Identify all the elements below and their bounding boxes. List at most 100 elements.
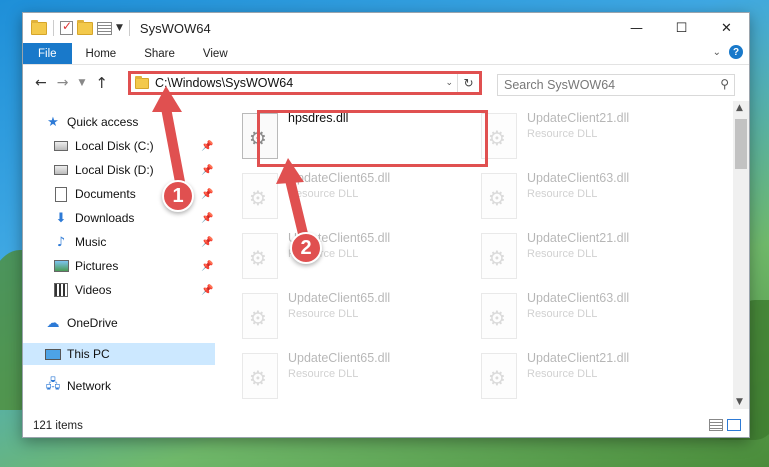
ribbon-right: ⌄ ?: [713, 45, 743, 59]
back-arrow-icon[interactable]: ←: [35, 75, 47, 91]
content-area: ★ Quick access Local Disk (C:) 📌 Local D…: [23, 101, 749, 409]
pin-icon[interactable]: 📌: [201, 213, 213, 224]
title-bar: ▼ SysWOW64 — ☐ ✕: [23, 13, 749, 43]
file-item[interactable]: UpdateClient65.dll Resource DLL: [242, 289, 472, 345]
forward-arrow-icon[interactable]: →: [57, 75, 69, 91]
downloads-icon: ⬇: [55, 210, 67, 226]
step-2-badge: 2: [290, 232, 322, 264]
view-toggle: [709, 419, 741, 431]
rename-icon[interactable]: [97, 21, 112, 35]
network-icon: 🖧: [45, 377, 61, 392]
videos-icon: [53, 282, 69, 298]
documents-icon: [53, 186, 69, 202]
sidebar-item-quick-access[interactable]: ★ Quick access: [45, 111, 138, 133]
scroll-down-icon[interactable]: ▼: [736, 397, 743, 407]
file-item[interactable]: UpdateClient65.dll Resource DLL: [242, 169, 472, 225]
explorer-window: ▼ SysWOW64 — ☐ ✕ File Home Share View ⌄ …: [22, 12, 750, 438]
new-folder-icon[interactable]: [77, 19, 93, 35]
pin-icon[interactable]: 📌: [201, 141, 213, 152]
sidebar-item-label: Quick access: [67, 115, 139, 129]
file-name: UpdateClient65.dll: [288, 171, 391, 185]
music-icon: ♪: [56, 234, 66, 250]
sidebar-item-local-disk-c[interactable]: Local Disk (C:) 📌: [53, 135, 215, 157]
computer-icon: [45, 346, 61, 362]
file-item[interactable]: UpdateClient63.dll Resource DLL: [481, 289, 711, 345]
dll-file-icon: [481, 293, 517, 339]
maximize-button[interactable]: ☐: [659, 13, 704, 43]
tab-file[interactable]: File: [23, 43, 72, 64]
tab-share[interactable]: Share: [130, 43, 189, 64]
dll-file-icon: [481, 173, 517, 219]
close-button[interactable]: ✕: [704, 13, 749, 43]
scroll-up-icon[interactable]: ▲: [736, 103, 743, 113]
pictures-icon: [53, 258, 69, 274]
dll-file-icon: [242, 233, 278, 279]
file-item[interactable]: UpdateClient21.dll Resource DLL: [481, 349, 711, 405]
help-icon[interactable]: ?: [729, 45, 743, 59]
sidebar-item-this-pc[interactable]: This PC: [23, 343, 215, 365]
pin-icon[interactable]: 📌: [201, 237, 213, 248]
window-title: SysWOW64: [139, 20, 211, 36]
search-icon[interactable]: ⚲: [720, 77, 729, 91]
drive-icon: [53, 162, 69, 178]
folder-icon: [31, 19, 47, 35]
minimize-button[interactable]: —: [614, 13, 659, 43]
large-icons-view-icon[interactable]: [727, 419, 741, 431]
sidebar-item-downloads[interactable]: ⬇ Downloads 📌: [53, 207, 215, 229]
sidebar-item-network[interactable]: 🖧 Network: [45, 375, 111, 397]
address-dropdown-icon[interactable]: ⌄: [445, 78, 453, 88]
sidebar-item-label: Downloads: [75, 211, 135, 225]
up-arrow-icon[interactable]: ↑: [95, 74, 108, 92]
address-path[interactable]: C:\Windows\SysWOW64: [155, 76, 293, 90]
sidebar-item-local-disk-d[interactable]: Local Disk (D:) 📌: [53, 159, 215, 181]
file-item[interactable]: UpdateClient21.dll Resource DLL: [481, 109, 711, 165]
file-highlight-box: [257, 110, 488, 167]
file-name: UpdateClient21.dll: [527, 231, 630, 245]
properties-check-icon[interactable]: [60, 19, 73, 35]
sidebar-item-label: Local Disk (D:): [75, 163, 154, 177]
sidebar-item-videos[interactable]: Videos 📌: [53, 279, 215, 301]
pin-icon[interactable]: 📌: [201, 189, 213, 200]
tab-view[interactable]: View: [189, 43, 242, 64]
tab-home[interactable]: Home: [72, 43, 131, 64]
search-input[interactable]: Search SysWOW64 ⚲: [497, 74, 735, 96]
sidebar-item-music[interactable]: ♪ Music 📌: [53, 231, 215, 253]
recent-locations-chevron-icon[interactable]: ▼: [78, 78, 85, 88]
sidebar-item-label: This PC: [67, 347, 110, 361]
file-type: Resource DLL: [527, 188, 598, 200]
item-count: 121 items: [33, 420, 83, 432]
sidebar-item-label: Network: [67, 379, 112, 393]
file-item[interactable]: UpdateClient21.dll Resource DLL: [481, 229, 711, 285]
file-type: Resource DLL: [288, 308, 359, 320]
pin-icon[interactable]: 📌: [201, 165, 213, 176]
vertical-scrollbar[interactable]: ▲ ▼: [733, 101, 749, 409]
details-view-icon[interactable]: [709, 419, 723, 431]
pin-icon[interactable]: 📌: [201, 285, 213, 296]
sidebar-item-onedrive[interactable]: ☁ OneDrive: [45, 312, 118, 334]
file-name: UpdateClient65.dll: [288, 291, 391, 305]
file-item[interactable]: UpdateClient63.dll Resource DLL: [481, 169, 711, 225]
dll-file-icon: [242, 293, 278, 339]
star-icon: ★: [47, 114, 59, 130]
dll-file-icon: [242, 353, 278, 399]
file-item[interactable]: UpdateClient65.dll Resource DLL: [242, 349, 472, 405]
file-name: UpdateClient63.dll: [527, 171, 630, 185]
folder-icon: [135, 75, 149, 89]
pin-icon[interactable]: 📌: [201, 261, 213, 272]
file-item[interactable]: UpdateClient65.dll Resource DLL: [242, 229, 472, 285]
scroll-thumb[interactable]: [735, 119, 747, 169]
file-name: UpdateClient21.dll: [527, 351, 630, 365]
customize-toolbar-dropdown-icon[interactable]: ▼: [116, 23, 123, 33]
sidebar-item-label: Videos: [75, 283, 112, 297]
file-name: UpdateClient63.dll: [527, 291, 630, 305]
search-placeholder: Search SysWOW64: [504, 78, 616, 92]
quick-access-toolbar: ▼: [23, 19, 132, 36]
refresh-icon[interactable]: ↻: [457, 74, 479, 92]
dll-file-icon: [481, 353, 517, 399]
navigation-buttons: ← → ▼ ↑: [23, 74, 127, 92]
sidebar-item-label: Local Disk (C:): [75, 139, 154, 153]
sidebar-item-pictures[interactable]: Pictures 📌: [53, 255, 215, 277]
expand-ribbon-chevron-icon[interactable]: ⌄: [713, 47, 721, 58]
address-row: ← → ▼ ↑ C:\Windows\SysWOW64 ⌄ ↻ Search S…: [23, 65, 749, 101]
address-bar[interactable]: C:\Windows\SysWOW64 ⌄ ↻: [128, 71, 482, 95]
